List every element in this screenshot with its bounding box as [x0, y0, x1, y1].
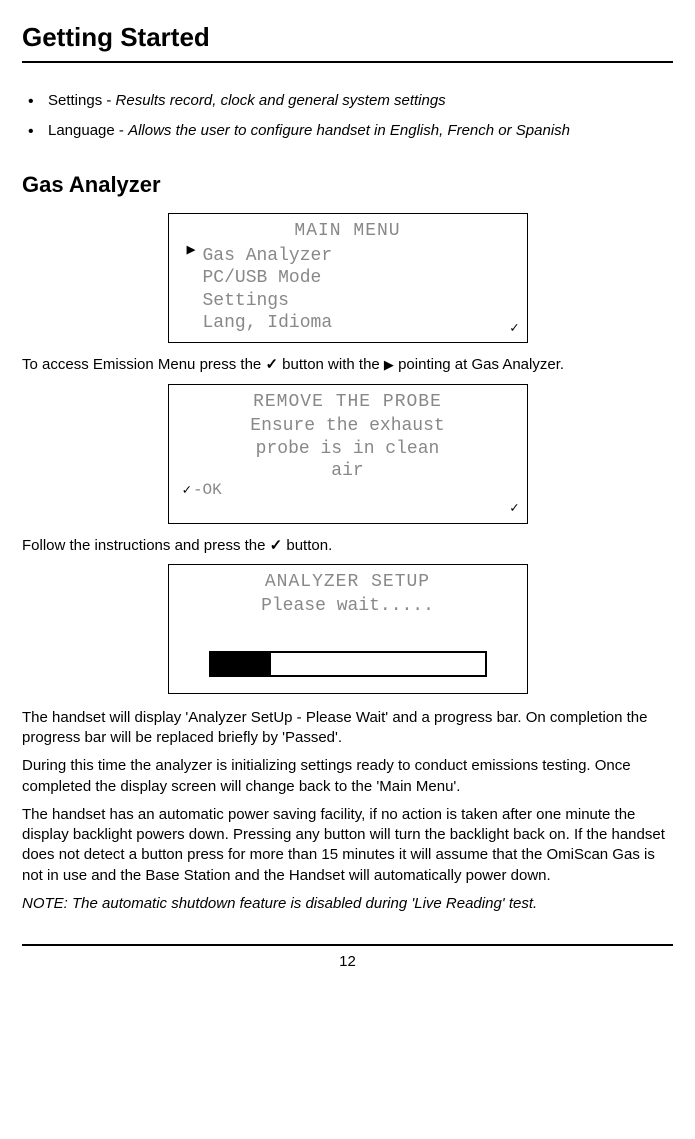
pointer-icon: [384, 355, 394, 375]
bullet-description: Results record, clock and general system…: [116, 92, 446, 109]
bullet-description: Allows the user to configure handset in …: [128, 122, 570, 139]
lcd-title: MAIN MENU: [179, 220, 517, 243]
instruction-text: Follow the instructions and press the bu…: [22, 536, 673, 556]
lcd-analyzer-setup: ANALYZER SETUP Please wait.....: [168, 564, 528, 694]
check-icon: [270, 536, 283, 556]
body-paragraph: The handset will display 'Analyzer SetUp…: [22, 708, 673, 749]
list-item: Language - Allows the user to configure …: [22, 121, 673, 141]
lcd-row: PC/USB Mode: [203, 267, 517, 290]
lcd-row: probe is in clean: [179, 438, 517, 461]
body-paragraph: The handset has an automatic power savin…: [22, 805, 673, 886]
bullet-label: Language -: [48, 122, 128, 139]
check-icon: [265, 355, 278, 375]
lcd-row: Gas Analyzer: [203, 245, 517, 268]
lcd-row: Lang, Idioma: [203, 312, 517, 335]
instruction-text: To access Emission Menu press the button…: [22, 355, 673, 375]
section-heading: Gas Analyzer: [22, 170, 673, 200]
text-fragment: Follow the instructions and press the: [22, 537, 270, 554]
lcd-row: air: [179, 460, 517, 483]
footer-rule: [22, 944, 673, 946]
lcd-row: Settings: [203, 290, 517, 313]
pointer-icon: ▶: [187, 242, 196, 261]
progress-bar: [209, 651, 487, 677]
lcd-ok-label: -OK: [183, 480, 222, 501]
check-icon: ✓: [510, 321, 518, 339]
note-paragraph: NOTE: The automatic shutdown feature is …: [22, 894, 673, 914]
lcd-remove-probe: REMOVE THE PROBE Ensure the exhaust prob…: [168, 384, 528, 524]
check-icon: ✓: [510, 501, 518, 519]
page-title: Getting Started: [22, 20, 673, 63]
text-fragment: button.: [282, 537, 332, 554]
lcd-row: Ensure the exhaust: [179, 415, 517, 438]
text-fragment: To access Emission Menu press the: [22, 356, 265, 373]
list-item: Settings - Results record, clock and gen…: [22, 91, 673, 111]
progress-fill: [211, 653, 271, 675]
bullet-label: Settings -: [48, 92, 116, 109]
lcd-main-menu: ▶ MAIN MENU Gas Analyzer PC/USB Mode Set…: [168, 213, 528, 343]
lcd-title: REMOVE THE PROBE: [179, 391, 517, 414]
page-number: 12: [22, 952, 673, 972]
lcd-row: Please wait.....: [179, 595, 517, 618]
body-paragraph: During this time the analyzer is initial…: [22, 756, 673, 797]
feature-list: Settings - Results record, clock and gen…: [22, 91, 673, 142]
text-fragment: pointing at Gas Analyzer.: [394, 356, 564, 373]
lcd-title: ANALYZER SETUP: [179, 571, 517, 594]
text-fragment: button with the: [278, 356, 384, 373]
